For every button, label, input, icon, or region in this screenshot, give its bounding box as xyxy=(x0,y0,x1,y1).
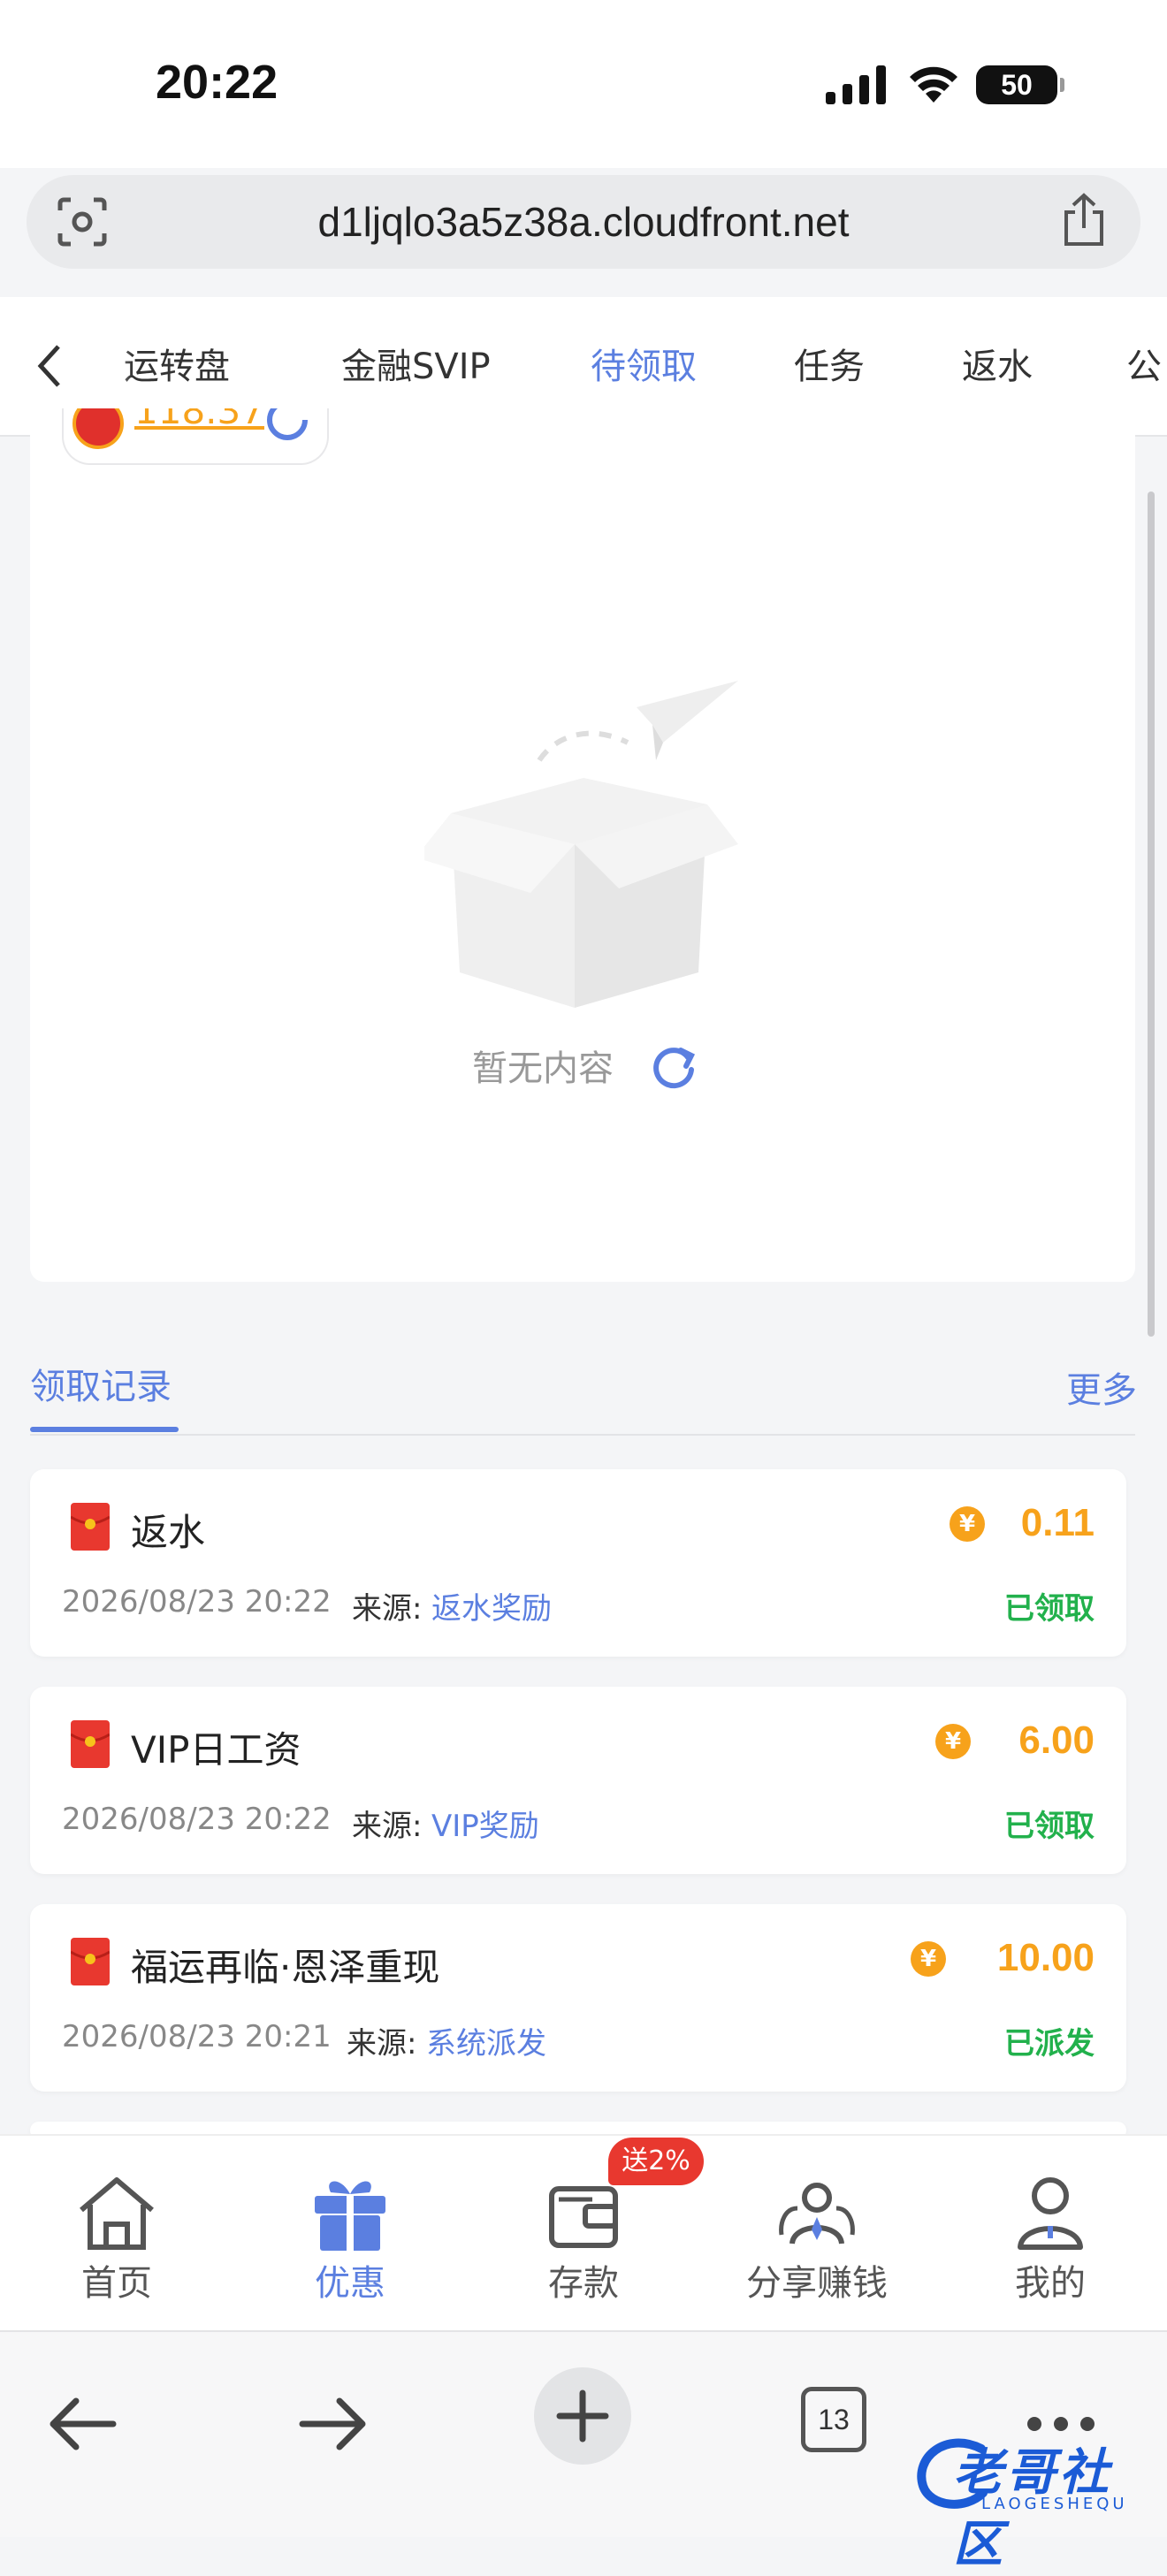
record-amount: 10.00 xyxy=(996,1936,1095,1979)
deposit-bonus-badge: 送2% xyxy=(608,2138,704,2185)
scrollbar[interactable] xyxy=(1148,492,1155,1337)
forward-arrow-icon[interactable] xyxy=(290,2382,375,2466)
new-tab-button[interactable] xyxy=(534,2367,631,2465)
nav-profile[interactable]: 我的 xyxy=(934,2136,1167,2330)
red-envelope-icon xyxy=(71,1720,110,1768)
tab-announcement[interactable]: 公 xyxy=(1126,338,1162,389)
tab-rebate[interactable]: 返水 xyxy=(962,338,1033,389)
record-name: VIP日工资 xyxy=(131,1728,301,1772)
record-amount: 6.00 xyxy=(1018,1719,1095,1762)
record-date: 2026/08/23 20:21 xyxy=(62,2019,332,2054)
record-name: 返水 xyxy=(131,1511,206,1554)
chevron-left-icon[interactable] xyxy=(32,341,67,391)
record-source-label: 来源: xyxy=(347,2026,417,2062)
lens-search-icon[interactable] xyxy=(57,196,108,248)
nav-deposit-label: 存款 xyxy=(548,2263,619,2304)
nav-share-label: 分享赚钱 xyxy=(746,2263,888,2304)
record-source: VIP奖励 xyxy=(431,1809,539,1844)
red-envelope-icon xyxy=(71,1503,110,1551)
nav-home[interactable]: 首页 xyxy=(0,2136,233,2330)
record-source-label: 来源: xyxy=(352,1809,423,1844)
empty-state-text: 暂无内容 xyxy=(472,1048,614,1089)
record-source: 系统派发 xyxy=(426,2026,546,2062)
yen-coin-icon: ¥ xyxy=(911,1941,946,1977)
user-icon xyxy=(1018,2177,1083,2250)
record-source: 返水奖励 xyxy=(431,1591,552,1627)
record-item[interactable]: 返水 ¥ 0.11 2026/08/23 20:22 来源: 返水奖励 已领取 xyxy=(30,1469,1126,1657)
tab-lucky-wheel[interactable]: 运转盘 xyxy=(124,338,230,389)
record-item[interactable]: VIP日工资 ¥ 6.00 2026/08/23 20:22 来源: VIP奖励… xyxy=(30,1687,1126,1874)
back-arrow-icon[interactable] xyxy=(41,2382,126,2466)
home-icon xyxy=(80,2177,154,2250)
coin-icon xyxy=(72,408,124,449)
bottom-nav: 首页 优惠 存款 分享赚钱 我的 xyxy=(0,2134,1167,2330)
record-status: 已领取 xyxy=(1004,1591,1095,1627)
record-name: 福运再临·恩泽重现 xyxy=(131,1946,440,1989)
nav-promotions-label: 优惠 xyxy=(315,2263,385,2304)
nav-profile-label: 我的 xyxy=(1015,2263,1086,2304)
balance-amount: 118.37 xyxy=(134,408,264,432)
yen-coin-icon: ¥ xyxy=(950,1506,985,1542)
refresh-icon[interactable] xyxy=(265,408,309,442)
reload-icon[interactable] xyxy=(651,1043,697,1089)
yen-coin-icon: ¥ xyxy=(935,1724,971,1759)
records-tab-indicator xyxy=(30,1427,179,1432)
record-amount: 0.11 xyxy=(1020,1501,1095,1544)
nav-promotions[interactable]: 优惠 xyxy=(233,2136,467,2330)
balance-pill[interactable]: 118.37 xyxy=(62,408,329,465)
record-item[interactable]: 福运再临·恩泽重现 ¥ 10.00 2026/08/23 20:21 来源: 系… xyxy=(30,1904,1126,2092)
share-users-icon xyxy=(779,2183,855,2244)
red-envelope-icon xyxy=(71,1938,110,1985)
status-bar: 20:22 50 xyxy=(0,0,1167,168)
empty-box-illustration xyxy=(424,681,738,1008)
records-divider xyxy=(30,1434,1135,1436)
status-time: 20:22 xyxy=(156,56,278,109)
tab-tasks[interactable]: 任务 xyxy=(794,338,865,389)
record-date: 2026/08/23 20:22 xyxy=(62,1802,332,1837)
address-bar[interactable]: d1ljqlo3a5z38a.cloudfront.net xyxy=(27,175,1140,269)
plus-icon xyxy=(556,2389,609,2443)
nav-home-label: 首页 xyxy=(81,2263,152,2304)
battery-icon: 50 xyxy=(976,65,1064,104)
gift-icon xyxy=(315,2181,385,2251)
record-source-label: 来源: xyxy=(352,1591,423,1627)
tab-finance-svip[interactable]: 金融SVIP xyxy=(341,338,491,389)
share-icon[interactable] xyxy=(1059,193,1109,248)
tab-switcher-button[interactable]: 13 xyxy=(801,2387,866,2452)
url-text[interactable]: d1ljqlo3a5z38a.cloudfront.net xyxy=(133,175,1034,269)
records-title[interactable]: 领取记录 xyxy=(30,1358,172,1409)
tab-pending[interactable]: 待领取 xyxy=(591,338,697,389)
record-status: 已领取 xyxy=(1004,1809,1095,1844)
records-more-link[interactable]: 更多 xyxy=(1066,1361,1137,1413)
nav-share[interactable]: 分享赚钱 xyxy=(700,2136,934,2330)
record-date: 2026/08/23 20:22 xyxy=(62,1584,332,1620)
record-status: 已派发 xyxy=(1004,2026,1095,2062)
signal-icon xyxy=(826,65,886,104)
wifi-icon xyxy=(910,66,957,103)
watermark-subtext: LAOGESHEQU xyxy=(981,2495,1128,2513)
watermark-logo: 老哥社区 LAOGESHEQU xyxy=(911,2426,1158,2573)
